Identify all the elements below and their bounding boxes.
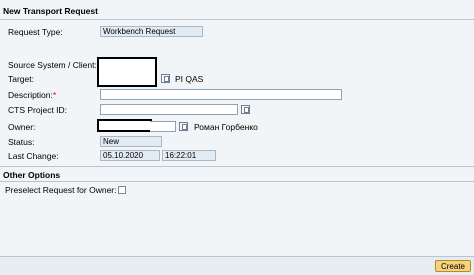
source-target-redaction — [97, 57, 157, 87]
create-button[interactable]: Create — [434, 260, 471, 272]
source-system-label: Source System / Client: — [8, 60, 97, 70]
target-description: PI QAS — [175, 74, 204, 84]
footer-bar — [0, 256, 474, 275]
description-input[interactable] — [100, 89, 342, 100]
section-divider — [0, 166, 474, 167]
last-change-date-field: 05.10.2020 — [100, 150, 160, 161]
status-label: Status: — [8, 137, 35, 147]
cts-project-label: CTS Project ID: — [8, 105, 68, 115]
cts-project-input[interactable] — [100, 104, 238, 115]
cts-project-value-help-icon[interactable] — [241, 105, 250, 114]
title-divider — [0, 19, 474, 20]
preselect-checkbox[interactable] — [118, 186, 126, 194]
owner-value-help-icon[interactable] — [179, 122, 188, 131]
other-options-title: Other Options — [3, 170, 61, 180]
owner-redaction — [97, 119, 152, 132]
source-system-field[interactable] — [98, 60, 99, 61]
owner-description: Роман Горбенко — [194, 122, 258, 132]
last-change-time-field: 16:22:01 — [162, 150, 216, 161]
description-label-text: Description: — [8, 90, 53, 100]
status-field: New — [100, 136, 162, 147]
description-label: Description:* — [8, 90, 56, 100]
request-type-field: Workbench Request — [100, 26, 203, 37]
target-value-help-icon[interactable] — [161, 74, 170, 83]
required-mark: * — [52, 90, 57, 100]
target-field[interactable] — [98, 74, 99, 75]
owner-label: Owner: — [8, 122, 36, 132]
last-change-label: Last Change: — [8, 151, 59, 161]
request-type-label: Request Type: — [8, 27, 63, 37]
target-label: Target: — [8, 74, 34, 84]
other-options-divider — [0, 181, 474, 182]
preselect-label: Preselect Request for Owner: — [5, 185, 117, 195]
page-title: New Transport Request — [3, 6, 98, 16]
owner-input[interactable] — [150, 121, 176, 132]
